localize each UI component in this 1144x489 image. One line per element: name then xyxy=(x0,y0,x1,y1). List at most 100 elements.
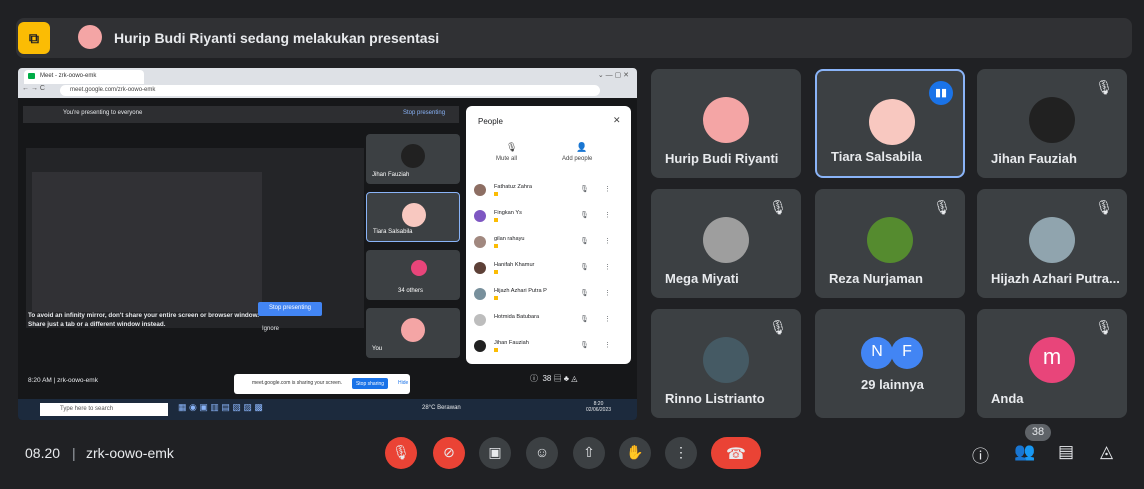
stop-presenting-link: Stop presenting xyxy=(403,110,446,116)
more-icon: ⋮ xyxy=(604,238,611,245)
close-icon: ✕ xyxy=(613,115,621,125)
participant-tile[interactable]: 🎙 Reza Nurjaman xyxy=(815,189,965,298)
hide-link: Hide xyxy=(398,380,409,386)
more-options-button[interactable]: ⋮ xyxy=(665,437,697,469)
nav-icons: ← → C xyxy=(22,85,45,92)
participant-row: Hotmida Batubara 🎙 ⋮ xyxy=(474,312,624,332)
separator: | xyxy=(72,445,76,461)
tile-name: Tiara Salsabila xyxy=(373,229,413,235)
mic-off-icon: 🎙 xyxy=(769,319,787,335)
people-icon[interactable]: 👥 xyxy=(1014,442,1035,462)
tile-name: Mega Miyati xyxy=(665,271,739,286)
people-count-badge: 38 xyxy=(1025,424,1051,441)
inner-tile: Tiara Salsabila xyxy=(366,192,460,242)
mic-off-icon: 🎙 xyxy=(1095,79,1113,95)
others-tile[interactable]: N F 29 lainnya xyxy=(815,309,965,418)
participant-row: gilan rahayu 🎙 ⋮ xyxy=(474,234,624,254)
mic-off-icon: 🎙 xyxy=(580,264,589,271)
avatar xyxy=(869,99,915,145)
phone-hangup-icon: ☎ xyxy=(726,446,746,463)
presentation-banner-text: Hurip Budi Riyanti sedang melakukan pres… xyxy=(114,30,440,46)
presenting-notice: You're presenting to everyone xyxy=(23,106,459,123)
tile-name: Reza Nurjaman xyxy=(829,271,923,286)
end-call-button[interactable]: ☎ xyxy=(711,437,761,469)
microphone-button[interactable]: 🎙 xyxy=(385,437,417,469)
mute-icon: 🎙 xyxy=(506,142,518,152)
avatar xyxy=(411,260,427,276)
stop-presenting-button: Stop presenting xyxy=(258,302,322,316)
tile-name: Hijazh Azhari Putra... xyxy=(991,271,1120,286)
mic-off-icon: 🎙 xyxy=(933,199,951,215)
avatar xyxy=(474,262,486,274)
taskbar-clock: 8:20 02/06/2023 xyxy=(586,401,612,413)
participant-row: Hijazh Azhari Putra P 🎙 ⋮ xyxy=(474,286,624,306)
inner-tile: 34 others xyxy=(366,250,460,300)
captions-icon: ▣ xyxy=(488,444,502,460)
add-person-icon: 👤 xyxy=(576,142,588,152)
ignore-button: Ignore xyxy=(262,326,280,332)
avatar xyxy=(1029,97,1075,143)
avatar xyxy=(474,236,486,248)
participant-row: Fathatuz Zahra 🎙 ⋮ xyxy=(474,182,624,202)
participant-row: Jihan Fauziah 🎙 ⋮ xyxy=(474,338,624,358)
participant-tile[interactable]: 🎙 Mega Miyati xyxy=(651,189,801,298)
camera-button[interactable]: ⊘ xyxy=(433,437,465,469)
participant-row: Hanifah Khamur 🎙 ⋮ xyxy=(474,260,624,280)
participant-tile[interactable]: Hurip Budi Riyanti xyxy=(651,69,801,178)
tile-name: Hurip Budi Riyanti xyxy=(665,151,779,166)
mic-off-icon: 🎙 xyxy=(580,342,589,349)
avatar xyxy=(474,288,486,300)
mic-off-icon: 🎙 xyxy=(580,238,589,245)
avatar: m xyxy=(1029,337,1075,383)
hand-icon: ✋ xyxy=(626,444,644,460)
window-controls: ⌄ — ▢ ✕ xyxy=(597,72,629,79)
participant-row: Fingkan Ys 🎙 ⋮ xyxy=(474,208,624,228)
mic-off-icon: 🎙 xyxy=(1095,199,1113,215)
tile-name: Tiara Salsabila xyxy=(831,149,922,164)
inner-tile: Jihan Fauziah xyxy=(366,134,460,184)
avatar xyxy=(474,314,486,326)
presentation-icon: ⧉ xyxy=(18,22,50,54)
present-button[interactable]: ⇧ xyxy=(573,437,605,469)
tile-name: Jihan Fauziah xyxy=(991,151,1077,166)
mic-off-icon: 🎙 xyxy=(392,444,410,460)
mute-all-button: Mute all xyxy=(496,156,518,162)
tile-name: Anda xyxy=(991,391,1024,406)
avatar xyxy=(703,97,749,143)
inner-control-icons: ⓘ 38 ▤ ♣ ◬ xyxy=(530,374,578,383)
mic-off-icon: 🎙 xyxy=(580,212,589,219)
mic-off-icon: 🎙 xyxy=(580,186,589,193)
info-icon[interactable]: ⓘ xyxy=(972,442,989,467)
tile-name: 29 lainnya xyxy=(861,377,924,392)
browser-tab: Meet - zrk-oowo-emk xyxy=(24,70,144,84)
avatar xyxy=(474,184,486,196)
camera-off-icon: ⊘ xyxy=(443,444,455,460)
mic-off-icon: 🎙 xyxy=(1095,319,1113,335)
avatar: F xyxy=(891,337,923,369)
captions-button[interactable]: ▣ xyxy=(479,437,511,469)
activities-icon[interactable]: ◬ xyxy=(1100,442,1113,462)
presenter-avatar xyxy=(78,25,102,49)
panel-title: People xyxy=(478,117,503,126)
avatar xyxy=(703,217,749,263)
more-icon: ⋮ xyxy=(674,444,688,460)
meet-icon xyxy=(28,73,35,79)
mic-off-icon: 🎙 xyxy=(580,290,589,297)
avatar xyxy=(474,210,486,222)
participant-tile[interactable]: 🎙 Hijazh Azhari Putra... xyxy=(977,189,1127,298)
avatar xyxy=(402,203,426,227)
participant-tile[interactable]: ▮▮ Tiara Salsabila xyxy=(815,69,965,178)
inner-tile: You xyxy=(366,308,460,358)
meeting-time: 08.20 xyxy=(25,445,61,461)
chat-icon[interactable]: ▤ xyxy=(1058,442,1074,462)
participant-tile[interactable]: 🎙 Rinno Listrianto xyxy=(651,309,801,418)
raise-hand-button[interactable]: ✋ xyxy=(619,437,651,469)
avatar xyxy=(703,337,749,383)
self-tile[interactable]: m 🎙 Anda xyxy=(977,309,1127,418)
avatar xyxy=(867,217,913,263)
participant-tile[interactable]: 🎙 Jihan Fauziah xyxy=(977,69,1127,178)
stop-sharing-button: Stop sharing xyxy=(352,378,388,389)
reactions-button[interactable]: ☺ xyxy=(526,437,558,469)
more-icon: ⋮ xyxy=(604,264,611,271)
tile-name: You xyxy=(372,346,383,352)
